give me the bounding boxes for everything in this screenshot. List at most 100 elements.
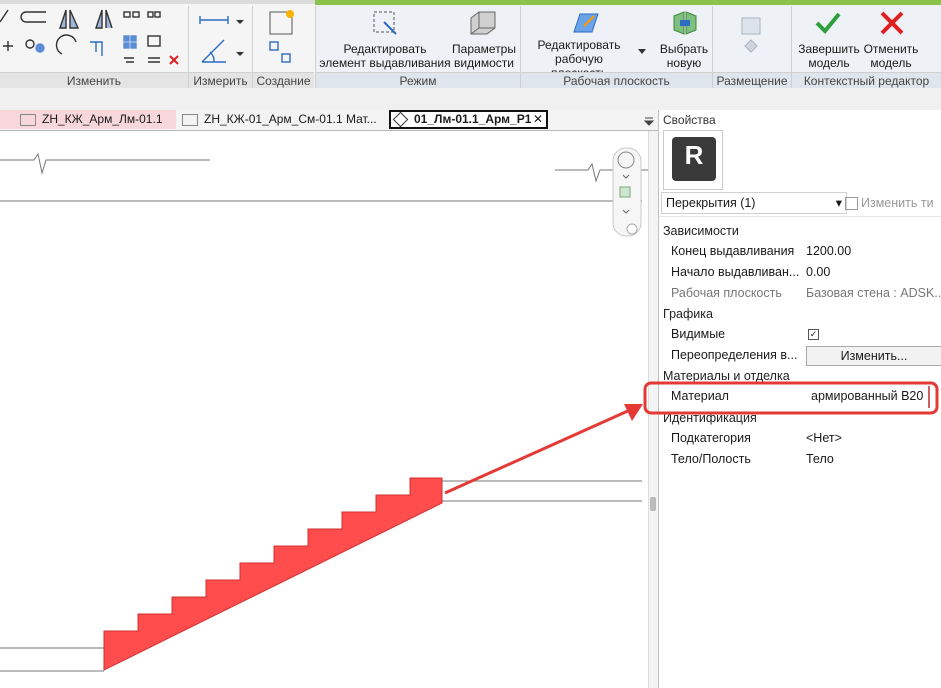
move-icon <box>123 11 131 18</box>
rotate-icon <box>55 34 77 55</box>
tab-view-2[interactable]: ZH_КЖ-01_Арм_См-01.1 Мат... <box>172 110 392 129</box>
modify-tools-icons[interactable] <box>0 8 190 70</box>
prop-row-visible[interactable]: Видимые ✓ <box>659 324 941 345</box>
tab-view-3-active[interactable]: 01_Лм-01.1_Арм_Р1 ✕ <box>389 110 548 129</box>
group-constraints[interactable]: Зависимости <box>663 221 739 241</box>
panel-label-measure: Измерить <box>189 72 252 89</box>
delete-icon <box>169 55 179 65</box>
panel-label-mode: Режим <box>316 72 520 89</box>
create-parts-icon <box>281 53 291 63</box>
panel-divider <box>712 6 713 88</box>
group-materials[interactable]: Материалы и отделка <box>663 366 790 386</box>
prop-row-solid-void[interactable]: Тело/Полость Тело <box>659 449 941 470</box>
stair-extrusion[interactable] <box>103 477 443 671</box>
prop-key: Тело/Полость <box>671 452 751 466</box>
navbar-toggle-icon[interactable] <box>626 223 638 235</box>
panel-label-create: Создание <box>253 72 314 89</box>
pick-new-icon[interactable] <box>670 8 700 38</box>
properties-title: Свойства <box>663 113 716 127</box>
tab-list-dropdown-icon[interactable] <box>644 116 654 126</box>
measure-icons[interactable] <box>196 8 246 68</box>
panel-label-modify: Изменить <box>0 72 188 89</box>
material-value[interactable]: армированный В20 <box>811 386 923 407</box>
trim-icon <box>90 41 103 56</box>
create-icons[interactable] <box>264 8 304 68</box>
panel-divider <box>188 6 189 88</box>
prop-key: Подкатегория <box>671 431 751 445</box>
panel-divider <box>252 6 253 88</box>
prop-key: Начало выдавливан... <box>671 265 800 279</box>
prop-key: Видимые <box>671 327 726 341</box>
dropdown-arrow-icon <box>236 20 244 24</box>
copy-icon <box>154 11 161 18</box>
edit-extrusion-button[interactable]: Редактировать элемент выдавливания <box>318 42 452 70</box>
close-icon[interactable]: ✕ <box>533 112 543 127</box>
copy-circle-icon <box>35 43 45 53</box>
drawing-canvas[interactable] <box>0 131 648 688</box>
cancel-model-label-2: модель <box>870 56 912 70</box>
prop-value: Базовая стена : ADSK... <box>806 286 941 300</box>
visibility-params-icon[interactable] <box>467 8 497 38</box>
panel-divider <box>520 6 521 88</box>
prop-value[interactable]: Тело <box>806 449 834 470</box>
edit-extrusion-label-2: элемент выдавливания <box>319 56 451 70</box>
prop-value[interactable]: 1200.00 <box>806 241 851 262</box>
angular-dimension-icon <box>201 39 226 63</box>
pick-new-label-1: Выбрать <box>659 42 709 56</box>
prop-value[interactable]: 0.00 <box>806 262 830 283</box>
properties-palette: Свойства R Перекрытия (1) ▾ Изменить ти … <box>658 110 941 688</box>
move-cross-icon <box>3 41 13 51</box>
overrides-edit-button[interactable]: Изменить... <box>806 346 941 366</box>
cancel-model-button[interactable]: Отменить модель <box>860 42 922 70</box>
visible-checkbox[interactable]: ✓ <box>808 329 819 340</box>
bottom-lines <box>0 647 104 672</box>
edit-work-plane-label-1: Редактировать <box>537 38 621 52</box>
prop-key: Переопределения в... <box>671 348 798 362</box>
array-icon <box>130 42 137 49</box>
tab-view-1[interactable]: ZH_КЖ_Арм_Лм-01.1 <box>0 110 176 129</box>
prop-key: Конец выдавливания <box>671 244 795 258</box>
pick-new-label-2: новую <box>666 56 702 70</box>
type-selector-value: Перекрытия (1) <box>666 196 756 210</box>
navigation-bar[interactable] <box>612 147 642 237</box>
landing-lines <box>442 480 642 502</box>
pin-icon <box>148 57 160 63</box>
tab-view-1-label: ZH_КЖ_Арм_Лм-01.1 <box>42 112 163 126</box>
x-icon[interactable] <box>879 10 905 36</box>
break-line <box>0 152 210 175</box>
offset-icon <box>20 11 46 23</box>
panel-label-work-plane: Рабочая плоскость <box>521 72 712 89</box>
edit-extrusion-label-1: Редактировать <box>343 42 427 56</box>
scale-icon <box>147 35 161 47</box>
group-graphics[interactable]: Графика <box>663 304 713 324</box>
check-icon[interactable] <box>814 10 842 36</box>
visibility-params-button[interactable]: Параметры видимости <box>450 42 518 70</box>
prop-row-overrides[interactable]: Переопределения в... Изменить... <box>659 345 941 366</box>
view-3d-icon <box>392 112 409 127</box>
dropdown-arrow-icon[interactable] <box>637 48 647 56</box>
prop-row-material[interactable]: Материал армированный В20 <box>659 386 941 407</box>
visibility-params-label-1: Параметры <box>452 42 516 56</box>
pick-new-button[interactable]: Выбрать новую <box>656 42 712 70</box>
group-identity[interactable]: Идентификация <box>663 408 757 428</box>
finish-model-button[interactable]: Завершить модель <box>796 42 862 70</box>
prop-row-subcategory[interactable]: Подкатегория <Нет> <box>659 428 941 449</box>
sheet-icon <box>20 113 36 126</box>
toolbar-gap <box>0 88 941 110</box>
panel-divider <box>315 6 316 88</box>
sheet-icon <box>182 113 198 126</box>
prop-row-extrusion-end[interactable]: Конец выдавливания 1200.00 <box>659 241 941 262</box>
prop-key: Рабочая плоскость <box>671 286 782 300</box>
scrollbar-thumb[interactable] <box>650 497 656 511</box>
revit-logo-icon: R <box>672 137 716 181</box>
prop-row-extrusion-start[interactable]: Начало выдавливан... 0.00 <box>659 262 941 283</box>
type-selector-dropdown[interactable]: Перекрытия (1) ▾ <box>661 192 847 214</box>
edit-extrusion-icon[interactable] <box>370 8 400 38</box>
edit-work-plane-icon[interactable] <box>570 8 600 38</box>
panel-label-context-editor: Контекстный редактор <box>792 72 941 89</box>
prop-value[interactable]: <Нет> <box>806 428 842 449</box>
edit-type-button[interactable]: Изменить ти <box>845 194 941 212</box>
tab-view-3-label: 01_Лм-01.1_Арм_Р1 <box>414 112 532 126</box>
finish-model-label-2: модель <box>808 56 850 70</box>
divider <box>659 216 941 217</box>
